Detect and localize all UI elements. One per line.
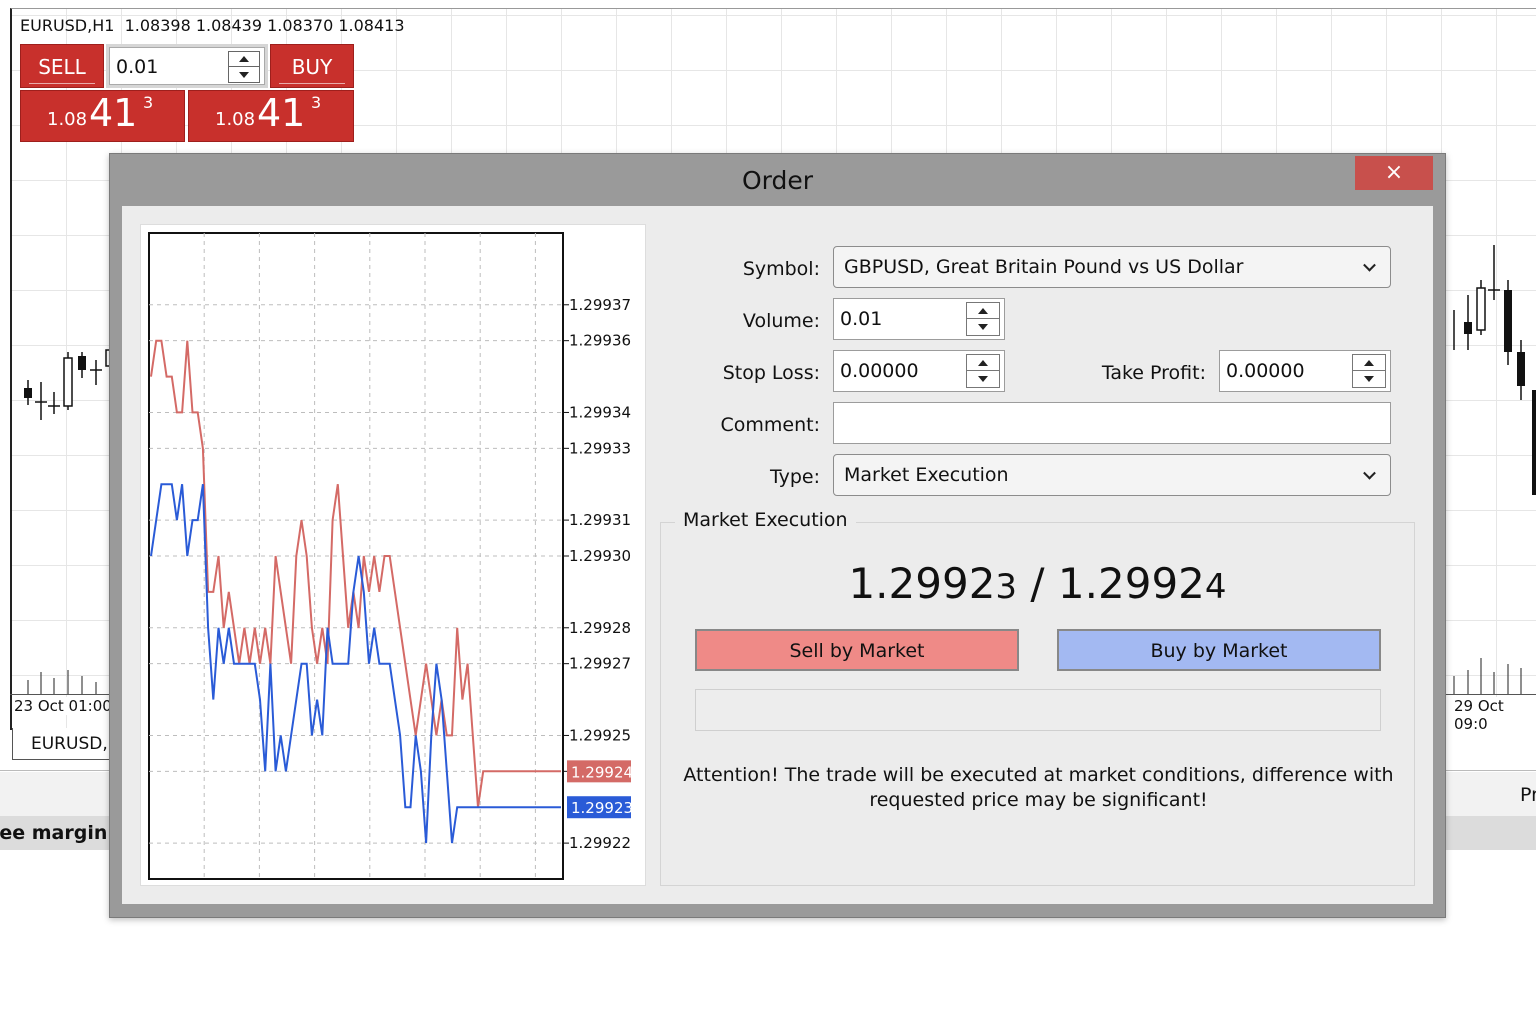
- one-click-volume-value: 0.01: [116, 56, 159, 78]
- bid-price-tag: 1.29924: [571, 763, 633, 781]
- type-value: Market Execution: [844, 464, 1009, 486]
- attention-message: Attention! The trade will be executed at…: [683, 764, 1394, 811]
- stop-loss-label: Stop Loss:: [722, 362, 820, 384]
- bid-ask-quote: 1.29923 / 1.29924: [661, 559, 1414, 608]
- buy-price-fraction: 3: [311, 93, 322, 112]
- ask-price-last-digit: 4: [1204, 567, 1227, 607]
- y-tick-label: 1.29922: [569, 834, 631, 852]
- dialog-body: 1.29937 1.29936 1.29934 1.29933 1.29931 1.299…: [122, 206, 1433, 904]
- buy-price-pips: 41: [257, 91, 306, 135]
- one-click-volume-stepper[interactable]: [228, 51, 260, 83]
- one-click-volume-input[interactable]: 0.01: [109, 47, 265, 85]
- symbol-select[interactable]: GBPUSD, Great Britain Pound vs US Dollar: [833, 246, 1391, 288]
- take-profit-up-arrow-icon[interactable]: [1353, 355, 1385, 371]
- volume-up-arrow-icon[interactable]: [967, 303, 999, 319]
- one-click-sell-price[interactable]: 1.08 41 3: [20, 90, 185, 142]
- one-click-buy-button[interactable]: BUY: [270, 44, 354, 88]
- take-profit-value: 0.00000: [1226, 360, 1305, 382]
- sell-price-fraction: 3: [143, 93, 154, 112]
- y-tick-label: 1.29931: [569, 511, 631, 529]
- terminal-right-label: Pr: [1520, 784, 1536, 806]
- bid-price: 1.2992: [848, 559, 996, 608]
- one-click-trading-panel: SELL 0.01 BUY 1.08 41 3 1.08 41 3: [20, 42, 354, 144]
- type-label: Type:: [769, 466, 820, 488]
- dialog-title: Order: [741, 166, 814, 195]
- stop-loss-stepper[interactable]: [966, 354, 1000, 388]
- take-profit-label: Take Profit:: [1101, 362, 1206, 384]
- stop-loss-value: 0.00000: [840, 360, 919, 382]
- y-tick-label: 1.29934: [569, 403, 631, 421]
- plot-frame: [148, 232, 564, 880]
- stop-loss-input[interactable]: 0.00000: [833, 350, 1005, 392]
- volume-bars: [27, 670, 97, 694]
- y-tick-label: 1.29928: [569, 619, 631, 637]
- stepper-up-arrow-icon[interactable]: [229, 52, 259, 67]
- y-tick-label: 1.29927: [569, 655, 631, 673]
- comment-input[interactable]: [833, 402, 1391, 444]
- close-icon: ×: [1384, 160, 1404, 185]
- take-profit-input[interactable]: 0.00000: [1219, 350, 1391, 392]
- order-dialog: Order × 1.29937 1.29936 1.29934 1.29933 1.29…: [109, 153, 1446, 918]
- execution-status-box: [695, 689, 1381, 731]
- volume-down-arrow-icon[interactable]: [967, 319, 999, 335]
- y-tick-label: 1.29925: [569, 726, 631, 744]
- bid-price-last-digit: 3: [995, 567, 1018, 607]
- tick-chart-svg: 1.29937 1.29936 1.29934 1.29933 1.29931 1.299…: [148, 232, 633, 880]
- date-label-right: 29 Oct 09:0: [1452, 697, 1536, 733]
- y-tick-label: 1.29930: [569, 547, 631, 565]
- symbol-label: Symbol:: [742, 258, 820, 280]
- one-click-buy-price[interactable]: 1.08 41 3: [188, 90, 354, 142]
- take-profit-stepper[interactable]: [1352, 354, 1386, 388]
- stop-loss-up-arrow-icon[interactable]: [967, 355, 999, 371]
- type-select[interactable]: Market Execution: [833, 454, 1391, 496]
- close-button[interactable]: ×: [1355, 156, 1433, 190]
- sell-by-market-button[interactable]: Sell by Market: [695, 629, 1019, 671]
- ask-price: 1.2992: [1057, 559, 1205, 608]
- background-candles-left: [24, 349, 113, 420]
- take-profit-down-arrow-icon[interactable]: [1353, 371, 1385, 387]
- free-margin-label: ree margin:: [0, 822, 115, 844]
- y-tick-label: 1.29933: [569, 439, 631, 457]
- quote-separator: /: [1017, 559, 1058, 608]
- background-candles-right: [1453, 245, 1536, 495]
- symbol-value: GBPUSD, Great Britain Pound vs US Dollar: [844, 256, 1244, 278]
- buy-by-market-button[interactable]: Buy by Market: [1057, 629, 1381, 671]
- volume-label: Volume:: [742, 310, 820, 332]
- market-execution-group: Market Execution 1.29923 / 1.29924 Sell …: [660, 509, 1415, 886]
- volume-input[interactable]: 0.01: [833, 298, 1005, 340]
- tick-chart: 1.29937 1.29936 1.29934 1.29933 1.29931 1.299…: [140, 224, 646, 886]
- chevron-down-icon: [1363, 258, 1376, 272]
- sell-price-prefix: 1.08: [47, 109, 88, 130]
- one-click-volume: 0.01: [106, 44, 268, 88]
- buy-price-prefix: 1.08: [215, 109, 256, 130]
- sell-price-pips: 41: [89, 91, 138, 135]
- stepper-down-arrow-icon[interactable]: [229, 67, 259, 82]
- volume-value: 0.01: [840, 308, 883, 330]
- chart-header: EURUSD,H1 1.08398 1.08439 1.08370 1.0841…: [20, 16, 405, 35]
- date-label-left: 23 Oct 01:00: [12, 697, 114, 715]
- market-execution-legend: Market Execution: [675, 509, 856, 531]
- y-tick-label: 1.29937: [569, 296, 631, 314]
- ask-price-tag: 1.29923: [571, 799, 633, 817]
- chevron-down-icon: [1363, 466, 1376, 480]
- stop-loss-down-arrow-icon[interactable]: [967, 371, 999, 387]
- volume-bars-right: [1453, 658, 1522, 694]
- y-tick-label: 1.29936: [569, 332, 631, 350]
- one-click-sell-button[interactable]: SELL: [20, 44, 104, 88]
- comment-label: Comment:: [720, 414, 821, 436]
- volume-stepper[interactable]: [966, 302, 1000, 336]
